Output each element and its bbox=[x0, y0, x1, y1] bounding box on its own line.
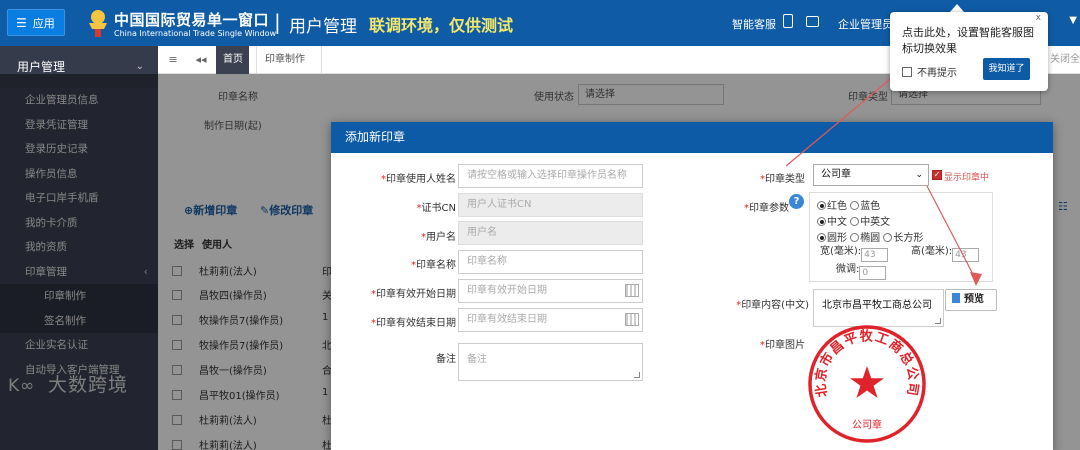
star-icon bbox=[850, 366, 884, 398]
color-blue-radio[interactable] bbox=[850, 201, 860, 210]
seal-name-label: *印章名称 bbox=[411, 260, 456, 271]
cert-input: 用户人证书CN bbox=[458, 193, 643, 217]
dialog-title: 添加新印章 bbox=[331, 122, 1053, 153]
remark-placeholder: 备注 bbox=[467, 354, 487, 365]
start-date-input[interactable]: 印章有效开始日期 bbox=[458, 279, 643, 303]
user-name-label: *印章使用人姓名 bbox=[381, 174, 456, 185]
brand-name-en: China International Trade Single Window bbox=[114, 29, 277, 38]
fine-tune-input[interactable]: 0 bbox=[859, 266, 887, 280]
seal-image-label: *印章图片 bbox=[760, 340, 805, 351]
smart-service-link[interactable]: 智能客服 bbox=[732, 16, 776, 32]
dont-remind-label: 不再提示 bbox=[917, 68, 957, 79]
lang-cn-en-label: 中英文 bbox=[860, 217, 891, 228]
user-dropdown-icon[interactable]: ▼ bbox=[1069, 15, 1077, 26]
shape-oval-radio[interactable] bbox=[850, 233, 860, 242]
tab-seal-make[interactable]: 印章制作✕ bbox=[256, 46, 322, 93]
mobile-icon[interactable] bbox=[783, 14, 793, 28]
calendar-icon[interactable] bbox=[625, 313, 639, 326]
app-menu-button[interactable]: ☰ 应用 bbox=[7, 9, 65, 36]
help-icon[interactable]: ? bbox=[789, 194, 804, 209]
username-input: 用户名 bbox=[458, 221, 643, 245]
mail-icon[interactable] bbox=[806, 16, 819, 27]
resize-grip-icon[interactable] bbox=[634, 372, 640, 378]
end-date-input[interactable]: 印章有效结束日期 bbox=[458, 308, 643, 332]
seal-content-textarea[interactable]: 北京市昌平牧工商总公司 bbox=[813, 289, 944, 327]
dont-remind-checkbox[interactable]: 不再提示 bbox=[902, 64, 957, 79]
fine-tune-field: 微调: 0 bbox=[836, 260, 887, 280]
chevron-down-icon: ⌄ bbox=[915, 170, 923, 180]
remark-textarea[interactable]: 备注 bbox=[458, 343, 643, 381]
height-input[interactable]: 43 bbox=[952, 248, 980, 262]
lang-cn-radio[interactable] bbox=[817, 217, 826, 226]
calendar-icon[interactable] bbox=[625, 284, 639, 297]
resize-grip-icon[interactable] bbox=[935, 318, 941, 324]
seal-content-value: 北京市昌平牧工商总公司 bbox=[822, 300, 932, 311]
got-it-button[interactable]: 我知道了 bbox=[983, 58, 1030, 80]
color-blue-label: 蓝色 bbox=[860, 201, 881, 212]
show-in-seal-checkbox[interactable]: ✓ bbox=[932, 170, 942, 180]
username-label: *用户名 bbox=[421, 232, 456, 243]
tab-label: 印章制作 bbox=[265, 54, 305, 65]
width-label: 宽(毫米): bbox=[820, 246, 862, 257]
seal-params-label: *印章参数 bbox=[744, 203, 789, 214]
tooltip-close-icon[interactable]: x bbox=[1036, 13, 1041, 23]
color-options: 红色 蓝色 bbox=[817, 197, 880, 212]
tooltip-arrow bbox=[950, 4, 964, 12]
customs-logo-icon bbox=[89, 10, 107, 37]
tab-home[interactable]: 首页 bbox=[216, 46, 249, 74]
shape-round-radio[interactable] bbox=[817, 233, 826, 242]
fine-tune-label: 微调: bbox=[836, 264, 860, 275]
lang-cn-label: 中文 bbox=[827, 217, 847, 228]
user-name-input[interactable]: 请按空格或输入选择印章操作员名称 bbox=[458, 164, 643, 188]
start-date-label: *印章有效开始日期 bbox=[371, 289, 456, 300]
seal-type-select[interactable]: 公司章 ⌄ bbox=[813, 164, 929, 186]
company-admin-link[interactable]: 企业管理员 bbox=[838, 16, 893, 32]
color-red-label: 红色 bbox=[827, 201, 847, 212]
smart-service-tooltip: x 点击此处，设置智能客服图标切换效果 不再提示 我知道了 bbox=[890, 12, 1048, 91]
seal-content-label: *印章内容(中文) bbox=[736, 300, 809, 311]
preview-label: 预览 bbox=[964, 294, 984, 305]
copy-icon bbox=[952, 293, 960, 303]
color-red-radio[interactable] bbox=[817, 201, 826, 210]
app-button-label: 应用 bbox=[32, 17, 55, 30]
shape-rect-radio[interactable] bbox=[883, 233, 893, 242]
page-title: 用户管理 bbox=[289, 17, 357, 37]
preview-button[interactable]: 预览 bbox=[945, 289, 997, 311]
start-date-placeholder: 印章有效开始日期 bbox=[467, 285, 547, 296]
height-field: 高(毫米): 43 bbox=[911, 242, 980, 262]
tab-scroll-left-icon[interactable]: ◂◂ bbox=[192, 46, 210, 74]
end-date-placeholder: 印章有效结束日期 bbox=[467, 314, 547, 325]
height-label: 高(毫米): bbox=[911, 246, 953, 257]
cert-label: *证书CN bbox=[416, 203, 456, 214]
brand-separator: | bbox=[274, 10, 281, 34]
close-all-tabs[interactable]: 关闭全 bbox=[1050, 46, 1080, 74]
brand-name-cn: 中国国际贸易单一窗口 bbox=[114, 11, 270, 29]
tooltip-text: 点击此处，设置智能客服图标切换效果 bbox=[902, 26, 1034, 55]
end-date-label: *印章有效结束日期 bbox=[371, 318, 456, 329]
seal-image: 北京市昌平牧工商总公司 公司章 bbox=[808, 325, 926, 443]
checkbox-icon bbox=[902, 67, 912, 77]
seal-name-input[interactable]: 印章名称 bbox=[458, 250, 643, 274]
show-in-seal-label: 显示印章中 bbox=[944, 173, 990, 183]
environment-banner: 联调环境，仅供测试 bbox=[369, 16, 514, 35]
language-options: 中文 中英文 bbox=[817, 213, 890, 228]
seal-type-value: 公司章 bbox=[821, 169, 851, 180]
hamburger-icon: ☰ bbox=[16, 16, 27, 30]
width-field: 宽(毫米): 43 bbox=[820, 242, 889, 262]
seal-image-type: 公司章 bbox=[852, 418, 882, 431]
seal-type-label: *印章类型 bbox=[760, 174, 805, 185]
lang-cn-en-radio[interactable] bbox=[850, 217, 860, 226]
sidebar-section-title: 用户管理 bbox=[17, 60, 66, 74]
remark-label: 备注 bbox=[436, 354, 456, 365]
menu-toggle-icon[interactable]: ≡ bbox=[163, 46, 183, 74]
add-seal-dialog: 添加新印章 *印章使用人姓名 请按空格或输入选择印章操作员名称 *证书CN 用户… bbox=[331, 122, 1053, 450]
